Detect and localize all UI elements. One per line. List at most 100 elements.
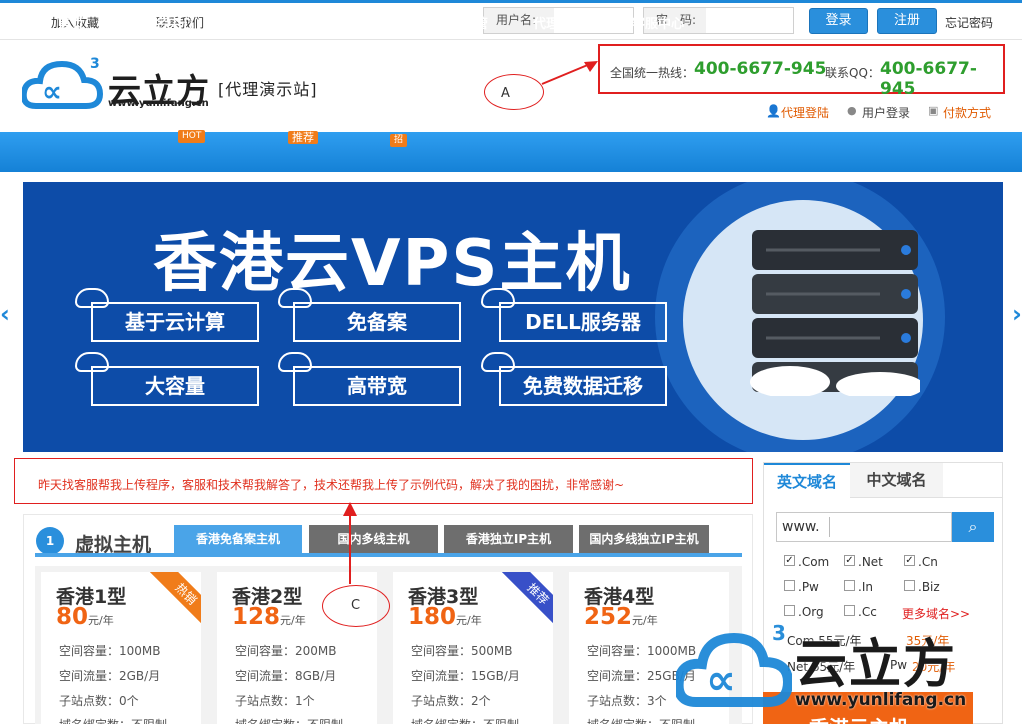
register-button[interactable]: 注册 — [877, 8, 937, 34]
domain-ext-label: .Pw — [798, 580, 819, 594]
logo-cloud-icon[interactable]: ∝ 3 — [20, 54, 104, 112]
domain-ext-label: .Org — [798, 605, 824, 619]
nav-domain[interactable]: 域名中心 — [142, 13, 194, 32]
payment-link[interactable]: 付款方式 — [943, 104, 991, 121]
domain-ext-label: .Biz — [918, 580, 940, 594]
svg-text:3: 3 — [772, 621, 786, 645]
svg-text:3: 3 — [90, 56, 100, 72]
price-unit: 元/年 — [456, 614, 482, 627]
annotation-c-label: C — [351, 598, 361, 613]
domain-ext-label: .Cn — [918, 555, 938, 569]
search-icon[interactable]: ⌕ — [952, 512, 994, 542]
nav-agent[interactable]: 代理加盟 — [533, 13, 585, 32]
checkbox-com[interactable]: ✓ — [784, 555, 795, 566]
prefix-divider — [829, 517, 830, 537]
domain-ext-label: .Com — [798, 555, 830, 569]
tab-cn-multiline[interactable]: 国内多线主机 — [309, 525, 438, 553]
tab-hk-ip[interactable]: 香港独立IP主机 — [444, 525, 573, 553]
hotline-box: 全国统一热线： 400-6677-945 联系QQ： 400-6677-945 — [598, 44, 1005, 99]
product-card[interactable]: 香港1型 80元/年 热销 空间容量：100MB 空间流量：2GB/月 子站点数… — [41, 572, 201, 724]
annotation-a-label: A — [501, 86, 510, 101]
nav-hosting[interactable]: 租用托管 — [436, 13, 488, 32]
hotline-label: 全国统一热线： — [610, 66, 695, 80]
svg-text:∝: ∝ — [706, 655, 736, 704]
main-nav — [0, 132, 1022, 172]
spec-domains: 域名绑定数：不限制 — [587, 716, 695, 724]
nav-recommend-badge: 推荐 — [288, 131, 318, 144]
spec-sites: 子站点数：3个 — [587, 694, 667, 708]
spec-domains: 域名绑定数：不限制 — [235, 716, 343, 724]
domain-search-box[interactable]: www. — [776, 512, 952, 542]
spec-sites: 子站点数：1个 — [235, 694, 315, 708]
tab-cn-ip[interactable]: 国内多线独立IP主机 — [579, 525, 709, 553]
forgot-password-link[interactable]: 忘记密码 — [945, 14, 993, 31]
domain-ext-label: .Net — [858, 555, 883, 569]
price-value: 80 — [56, 604, 89, 630]
tab-chinese-domain[interactable]: 中文域名 — [850, 463, 943, 497]
spec-traffic: 空间流量：15GB/月 — [411, 669, 520, 683]
checkbox-org[interactable] — [784, 605, 795, 616]
banner-prev-arrow[interactable]: ‹ — [0, 300, 10, 328]
agent-login-link[interactable]: 代理登陆 — [781, 104, 829, 121]
nav-cloud[interactable]: 云主机 — [345, 13, 384, 32]
domain-prefix: www. — [782, 519, 820, 535]
product-price: 128元/年 — [232, 604, 306, 630]
feature-box: DELL服务器 — [499, 302, 667, 342]
logo-tagline: [代理演示站] — [218, 80, 318, 99]
checkbox-pw[interactable] — [784, 580, 795, 591]
spec-domains: 域名绑定数：不限制 — [59, 716, 167, 724]
banner-next-arrow[interactable]: › — [1012, 300, 1022, 328]
nav-hot-badge: HOT — [178, 130, 206, 143]
checkbox-cc[interactable] — [844, 605, 855, 616]
logo-url: www.yunlifang.cn — [108, 98, 209, 109]
price-value: 128 — [232, 604, 281, 630]
product-price: 180元/年 — [408, 604, 482, 630]
watermark-name: 云立方 — [795, 635, 958, 695]
nav-service[interactable]: 客服中心 — [632, 13, 684, 32]
checkbox-biz[interactable] — [904, 580, 915, 591]
feature-box: 大容量 — [91, 366, 259, 406]
annotation-c-arrow — [343, 502, 357, 584]
more-domains-link[interactable]: 更多域名>> — [902, 605, 970, 622]
feature-box: 高带宽 — [293, 366, 461, 406]
testimonial-text: 昨天找客服帮我上传程序，客服和技术帮我解答了，技术还帮我上传了示例代码，解决了我… — [38, 478, 625, 492]
product-card[interactable]: 香港3型 180元/年 推荐 空间容量：500MB 空间流量：15GB/月 子站… — [393, 572, 553, 724]
checkbox-net[interactable]: ✓ — [844, 555, 855, 566]
spec-domains: 域名绑定数：不限制 — [411, 716, 519, 724]
hero-banner[interactable]: 香港云VPS主机 基于云计算 免备案 DELL服务器 大容量 高带宽 免费数据迁… — [23, 182, 1003, 452]
spec-sites: 子站点数：0个 — [59, 694, 139, 708]
payment-icon: ▣ — [928, 104, 939, 117]
qq-label: 联系QQ： — [825, 66, 880, 80]
checkbox-cn[interactable]: ✓ — [904, 555, 915, 566]
recommend-ribbon: 推荐 — [499, 572, 553, 633]
vhost-tab-underline — [35, 553, 742, 557]
price-value: 252 — [584, 604, 633, 630]
nav-home[interactable]: 首页 — [58, 13, 84, 32]
spec-space: 空间容量：500MB — [411, 644, 513, 658]
price-value: 180 — [408, 604, 457, 630]
checkbox-in[interactable] — [844, 580, 855, 591]
price-unit: 元/年 — [280, 614, 306, 627]
tab-hk-nobeian[interactable]: 香港免备案主机 — [174, 525, 302, 553]
annotation-a-bubble — [484, 74, 544, 110]
spec-space: 空间容量：100MB — [59, 644, 161, 658]
spec-traffic: 空间流量：2GB/月 — [59, 669, 161, 683]
agent-user-icon: 👤 — [766, 104, 781, 118]
domain-ext-label: .In — [858, 580, 873, 594]
spec-sites: 子站点数：2个 — [411, 694, 491, 708]
tab-english-domain[interactable]: 英文域名 — [764, 463, 850, 499]
nav-recruit-badge: 招 — [390, 134, 408, 147]
spec-space: 空间容量：200MB — [235, 644, 337, 658]
annotation-a-arrow — [541, 61, 598, 85]
feature-box: 免备案 — [293, 302, 461, 342]
product-price: 252元/年 — [584, 604, 658, 630]
price-unit: 元/年 — [632, 614, 658, 627]
feature-box: 基于云计算 — [91, 302, 259, 342]
user-login-link[interactable]: 用户登录 — [862, 104, 910, 121]
watermark-url: www.yunlifang.cn — [795, 690, 967, 710]
price-unit: 元/年 — [88, 614, 114, 627]
login-button[interactable]: 登录 — [809, 8, 868, 34]
server-icon — [750, 226, 924, 400]
nav-vhost[interactable]: 虚拟主机 — [240, 13, 292, 32]
qq-number: 400-6677-945 — [880, 59, 977, 99]
